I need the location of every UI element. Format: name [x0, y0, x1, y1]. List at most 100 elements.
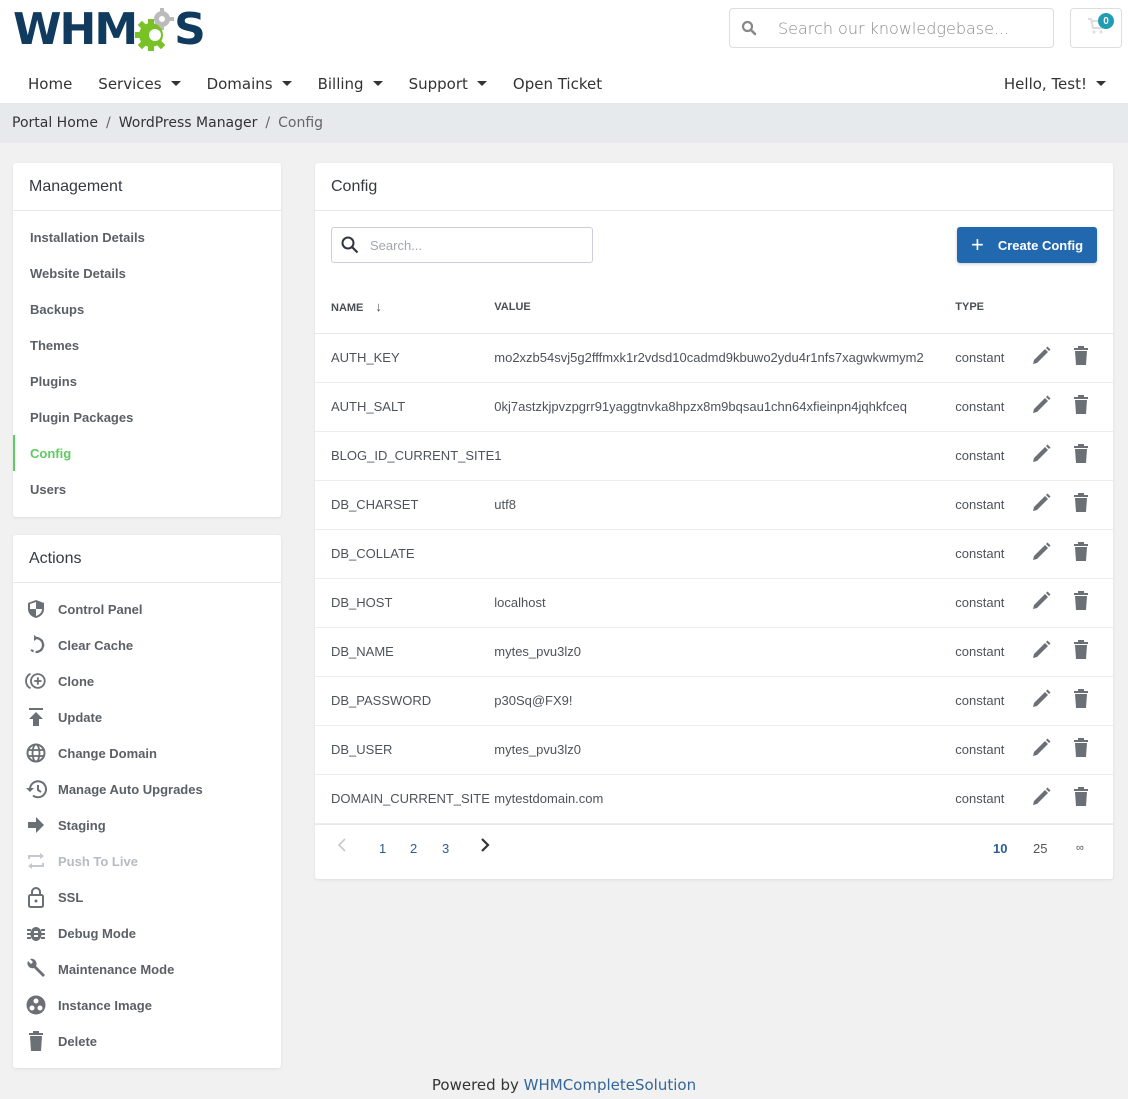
row-actions: [1029, 431, 1113, 481]
upload-icon: [25, 706, 47, 728]
row-actions: [1029, 725, 1113, 775]
caret-down-icon: [281, 81, 292, 86]
page-3[interactable]: 3: [442, 841, 449, 856]
delete-icon[interactable]: [1073, 493, 1089, 516]
action-label: Manage Auto Upgrades: [58, 781, 203, 797]
cart-button[interactable]: 0: [1070, 8, 1122, 48]
management-panel: Management Installation Details Website …: [13, 163, 281, 517]
page-1[interactable]: 1: [379, 841, 386, 856]
nav-label: Services: [98, 74, 162, 93]
config-panel: Config + Create Config NAME ↓ VALUE TYPE …: [315, 163, 1113, 879]
previous-page-button[interactable]: [337, 837, 347, 858]
nav-label: Support: [408, 74, 468, 93]
action-label: Instance Image: [58, 997, 152, 1013]
config-name: DB_COLLATE: [315, 529, 495, 579]
column-header-name[interactable]: NAME ↓: [315, 281, 495, 334]
row-actions: [1029, 382, 1113, 432]
edit-icon[interactable]: [1031, 787, 1051, 810]
edit-icon[interactable]: [1031, 689, 1051, 712]
gear-icon: [134, 7, 176, 51]
action-staging[interactable]: Staging: [13, 807, 281, 843]
knowledgebase-search[interactable]: [729, 8, 1054, 48]
knowledgebase-search-input[interactable]: [778, 18, 1038, 38]
config-value: mo2xzb54svj5g2fffmxk1r2vdsd10cadmd9kbuwo…: [494, 333, 956, 383]
edit-icon[interactable]: [1031, 738, 1051, 761]
page-2[interactable]: 2: [410, 841, 417, 856]
edit-icon[interactable]: [1031, 395, 1051, 418]
nav-billing[interactable]: Billing: [318, 64, 383, 103]
next-page-button[interactable]: [480, 837, 490, 858]
whmcs-logo[interactable]: WHM S: [13, 4, 206, 55]
delete-icon[interactable]: [1073, 395, 1089, 418]
action-clone[interactable]: Clone: [13, 663, 281, 699]
config-toolbar: + Create Config: [315, 211, 1113, 281]
edit-icon[interactable]: [1031, 640, 1051, 663]
action-label: Push To Live: [58, 853, 138, 869]
nav-services[interactable]: Services: [98, 64, 181, 103]
delete-icon[interactable]: [1073, 346, 1089, 369]
column-header-value[interactable]: VALUE: [494, 281, 956, 334]
menu-users[interactable]: Users: [13, 471, 281, 507]
footer-link[interactable]: WHMCompleteSolution: [524, 1076, 696, 1094]
table-row: DB_NAME mytes_pvu3lz0 constant: [315, 627, 1113, 677]
config-search[interactable]: [331, 227, 593, 263]
menu-backups[interactable]: Backups: [13, 291, 281, 327]
edit-icon[interactable]: [1031, 346, 1051, 369]
action-delete[interactable]: Delete: [13, 1023, 281, 1059]
delete-icon[interactable]: [1073, 542, 1089, 565]
management-menu: Installation Details Website Details Bac…: [13, 211, 281, 507]
caret-down-icon: [372, 81, 383, 86]
action-maintenance-mode[interactable]: Maintenance Mode: [13, 951, 281, 987]
action-manage-auto-upgrades[interactable]: Manage Auto Upgrades: [13, 771, 281, 807]
delete-icon[interactable]: [1073, 738, 1089, 761]
action-label: Change Domain: [58, 745, 157, 761]
image-icon: [25, 994, 47, 1016]
row-actions: [1029, 578, 1113, 628]
action-instance-image[interactable]: Instance Image: [13, 987, 281, 1023]
menu-website-details[interactable]: Website Details: [13, 255, 281, 291]
delete-icon[interactable]: [1073, 640, 1089, 663]
breadcrumb-wordpress-manager[interactable]: WordPress Manager: [119, 115, 258, 131]
column-header-type[interactable]: TYPE: [955, 281, 1030, 334]
page-size-25[interactable]: 25: [1033, 841, 1047, 856]
shield-icon: [25, 598, 47, 620]
menu-plugin-packages[interactable]: Plugin Packages: [13, 399, 281, 435]
action-ssl[interactable]: SSL: [13, 879, 281, 915]
user-menu[interactable]: Hello, Test!: [1004, 64, 1106, 103]
action-change-domain[interactable]: Change Domain: [13, 735, 281, 771]
breadcrumb-separator: /: [106, 115, 111, 131]
action-label: Staging: [58, 817, 106, 833]
delete-icon[interactable]: [1073, 444, 1089, 467]
menu-installation-details[interactable]: Installation Details: [13, 219, 281, 255]
nav-open-ticket[interactable]: Open Ticket: [513, 64, 602, 103]
action-push-to-live[interactable]: Push To Live: [13, 843, 281, 879]
menu-plugins[interactable]: Plugins: [13, 363, 281, 399]
refresh-icon: [25, 634, 47, 656]
edit-icon[interactable]: [1031, 591, 1051, 614]
delete-icon[interactable]: [1073, 591, 1089, 614]
config-search-input[interactable]: [370, 237, 570, 253]
page-size-all[interactable]: ∞: [1076, 842, 1084, 854]
create-config-button[interactable]: + Create Config: [957, 227, 1097, 263]
edit-icon[interactable]: [1031, 444, 1051, 467]
breadcrumb-portal-home[interactable]: Portal Home: [12, 115, 98, 131]
nav-domains[interactable]: Domains: [207, 64, 292, 103]
nav-home[interactable]: Home: [28, 64, 72, 103]
config-type: constant: [955, 774, 1030, 824]
config-table: NAME ↓ VALUE TYPE AUTH_KEY mo2xzb54svj5g2f…: [315, 281, 1113, 824]
action-debug-mode[interactable]: Debug Mode: [13, 915, 281, 951]
page-size-10[interactable]: 10: [993, 841, 1007, 856]
edit-icon[interactable]: [1031, 493, 1051, 516]
delete-icon[interactable]: [1073, 689, 1089, 712]
caret-down-icon: [476, 81, 487, 86]
sort-descending-icon: ↓: [375, 299, 382, 315]
menu-config[interactable]: Config: [13, 435, 281, 471]
menu-themes[interactable]: Themes: [13, 327, 281, 363]
action-clear-cache[interactable]: Clear Cache: [13, 627, 281, 663]
delete-icon[interactable]: [1073, 787, 1089, 810]
config-value: 1: [494, 431, 956, 481]
action-control-panel[interactable]: Control Panel: [13, 591, 281, 627]
edit-icon[interactable]: [1031, 542, 1051, 565]
nav-support[interactable]: Support: [409, 64, 487, 103]
action-update[interactable]: Update: [13, 699, 281, 735]
